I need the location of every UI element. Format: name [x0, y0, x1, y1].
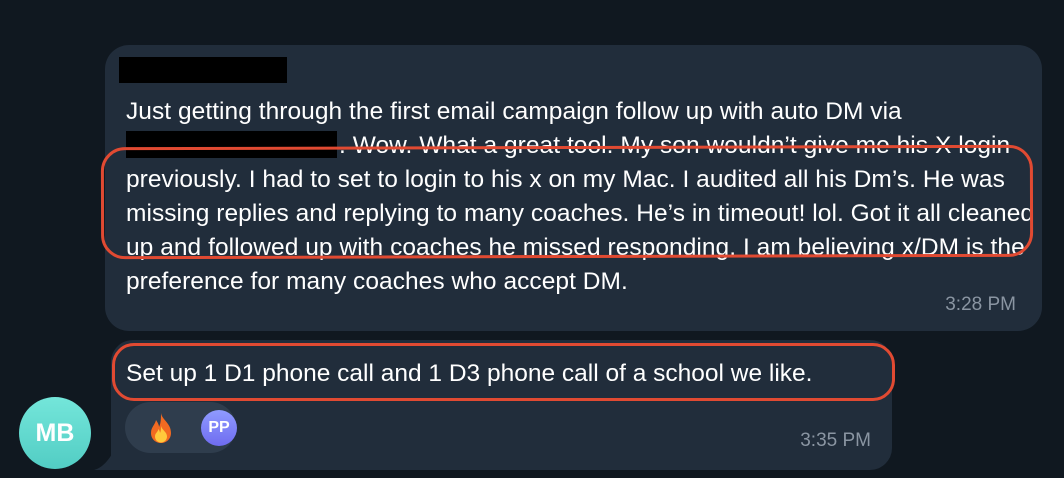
message-timestamp: 3:28 PM	[945, 294, 1016, 315]
message-text: Just getting through the first email cam…	[126, 95, 1036, 299]
message-timestamp: 3:35 PM	[800, 430, 871, 451]
reaction-avatar[interactable]: PP	[201, 410, 237, 446]
redacted-sender-name	[119, 57, 287, 83]
message-bubble[interactable]: Just getting through the first email cam…	[105, 45, 1042, 331]
redacted-text	[126, 131, 337, 158]
message-bubble[interactable]: Set up 1 D1 phone call and 1 D3 phone ca…	[111, 340, 892, 470]
reactions-bar[interactable]: PP	[125, 402, 237, 453]
fire-icon[interactable]	[146, 412, 176, 444]
avatar[interactable]: MB	[19, 397, 91, 469]
message-text: Set up 1 D1 phone call and 1 D3 phone ca…	[126, 360, 813, 387]
message-text-part-1: Just getting through the first email cam…	[126, 98, 902, 125]
